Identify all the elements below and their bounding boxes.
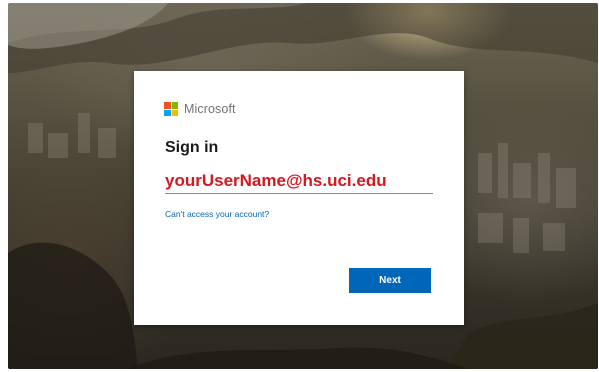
logo-square-red (164, 102, 171, 109)
cant-access-account-link[interactable]: Can't access your account? (165, 209, 269, 219)
logo-square-yellow (171, 109, 178, 116)
signin-screen: Microsoft Sign in Can't access your acco… (0, 0, 599, 372)
signin-card: Microsoft Sign in Can't access your acco… (134, 71, 464, 325)
microsoft-logo-icon (164, 102, 178, 116)
brand: Microsoft (164, 102, 236, 116)
email-field[interactable] (165, 169, 433, 194)
next-button[interactable]: Next (349, 268, 431, 293)
brand-name: Microsoft (184, 102, 236, 116)
page-title: Sign in (165, 139, 219, 156)
logo-square-blue (164, 109, 171, 116)
logo-square-green (171, 102, 178, 109)
